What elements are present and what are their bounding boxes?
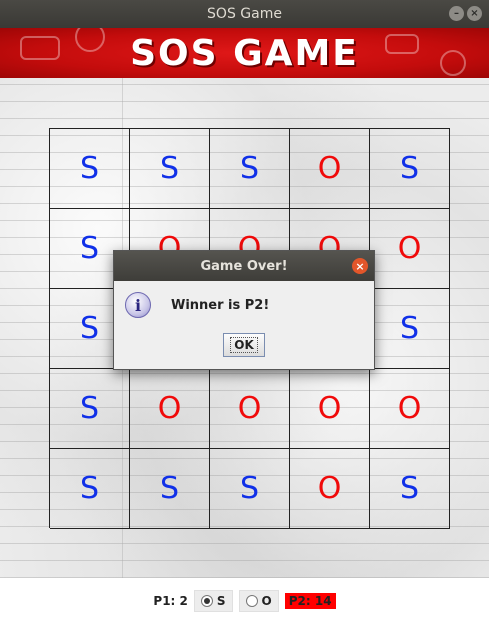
radio-o-indicator[interactable] — [245, 595, 258, 607]
option-s-label: S — [216, 594, 226, 608]
board-cell[interactable]: O — [290, 449, 370, 529]
board-cell[interactable]: S — [370, 289, 450, 369]
option-o-radio[interactable]: O — [238, 590, 279, 612]
board-cell[interactable]: O — [130, 369, 210, 449]
close-icon[interactable]: × — [467, 6, 482, 21]
banner-doodle — [20, 36, 60, 60]
information-icon: i — [125, 292, 151, 318]
board-cell[interactable]: S — [50, 369, 130, 449]
option-s-radio[interactable]: S — [193, 590, 233, 612]
banner-doodle — [440, 50, 466, 76]
board-cell[interactable]: S — [370, 129, 450, 209]
board-cell[interactable]: O — [290, 129, 370, 209]
radio-s-indicator[interactable] — [200, 595, 213, 607]
board-cell[interactable]: O — [370, 369, 450, 449]
banner-title: SOS GAME — [130, 32, 359, 74]
banner-doodle — [385, 34, 419, 54]
board-cell[interactable]: S — [130, 449, 210, 529]
minimize-icon[interactable]: – — [449, 6, 464, 21]
banner-doodle — [75, 28, 105, 52]
board-cell[interactable]: O — [210, 369, 290, 449]
board-cell[interactable]: S — [130, 129, 210, 209]
p2-score: P2: 14 — [284, 593, 336, 609]
board-cell[interactable]: S — [50, 129, 130, 209]
dialog-title: Game Over! — [200, 258, 288, 274]
option-o-label: O — [261, 594, 272, 608]
board-cell[interactable]: S — [370, 449, 450, 529]
board-cell[interactable]: O — [370, 209, 450, 289]
board-cell[interactable]: S — [210, 449, 290, 529]
dialog-close-icon[interactable]: × — [352, 258, 368, 274]
dialog-body: i Winner is P2! OK — [114, 281, 374, 371]
game-over-dialog: Game Over! × i Winner is P2! OK — [113, 250, 375, 370]
status-bar: P1: 2 S O P2: 14 — [0, 578, 489, 624]
window-title: SOS Game — [207, 6, 282, 22]
dialog-message: Winner is P2! — [171, 298, 270, 313]
window-titlebar: SOS Game – × — [0, 0, 489, 28]
ok-button-label: OK — [230, 337, 258, 353]
dialog-titlebar: Game Over! × — [114, 251, 374, 281]
board-cell[interactable]: O — [290, 369, 370, 449]
board-cell[interactable]: S — [210, 129, 290, 209]
board-cell[interactable]: S — [50, 449, 130, 529]
ok-button[interactable]: OK — [223, 333, 265, 357]
game-banner: SOS GAME — [0, 28, 489, 78]
p1-score: P1: 2 — [153, 594, 188, 608]
